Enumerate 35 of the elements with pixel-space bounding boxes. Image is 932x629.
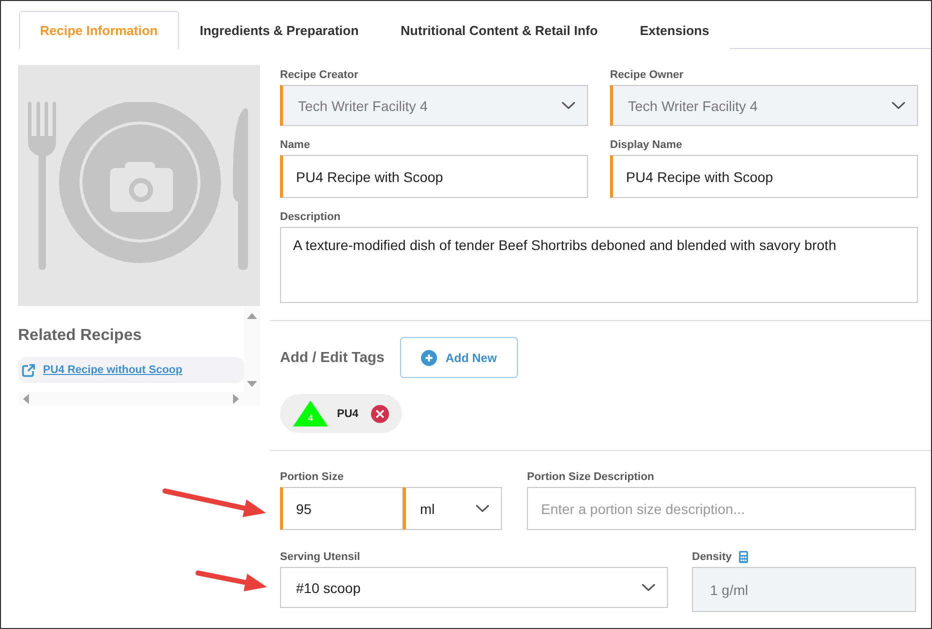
field-label: Display Name — [610, 138, 682, 152]
horizontal-scrollbar[interactable] — [18, 392, 260, 406]
unit-select[interactable]: ml — [403, 487, 502, 530]
calculator-icon[interactable] — [738, 551, 748, 563]
remove-tag-button[interactable] — [371, 404, 390, 422]
external-link-icon[interactable] — [22, 364, 35, 376]
chevron-down-icon — [892, 102, 905, 109]
field-label: Portion Size Description — [527, 470, 654, 484]
serving-utensil-select[interactable]: #10 scoop — [280, 567, 668, 608]
scroll-up-icon[interactable] — [247, 313, 257, 319]
scroll-left-icon[interactable] — [23, 394, 29, 404]
portion-description-input[interactable]: Enter a portion size description... — [527, 487, 916, 530]
field-label: Density — [692, 550, 732, 564]
tag-badge: 4 — [293, 400, 328, 426]
portion-size-input[interactable]: 95 — [280, 487, 403, 530]
field-label: Recipe Creator — [280, 68, 358, 82]
chevron-down-icon — [476, 505, 489, 512]
close-icon — [376, 410, 384, 418]
field-label: Recipe Owner — [610, 68, 684, 82]
field-label: Serving Utensil — [280, 550, 360, 564]
related-recipes-heading: Related Recipes — [18, 326, 143, 346]
add-icon — [421, 350, 438, 366]
field-label: Portion Size — [280, 470, 344, 484]
chevron-down-icon — [642, 584, 655, 591]
scroll-down-icon[interactable] — [247, 381, 257, 387]
field-label: Name — [280, 138, 310, 152]
field-label: Description — [280, 210, 341, 224]
name-input[interactable]: PU4 Recipe with Scoop — [280, 155, 588, 198]
vertical-scrollbar[interactable] — [244, 307, 260, 392]
tags-heading: Add / Edit Tags — [280, 350, 384, 366]
description-textarea[interactable]: A texture-modified dish of tender Beef Shortribs deboned and blended with savory broth — [280, 227, 918, 303]
display-name-input[interactable]: PU4 Recipe with Scoop — [610, 155, 918, 198]
chevron-down-icon — [562, 102, 575, 109]
scroll-right-icon[interactable] — [233, 394, 239, 404]
tag-label: PU4 — [337, 408, 358, 420]
